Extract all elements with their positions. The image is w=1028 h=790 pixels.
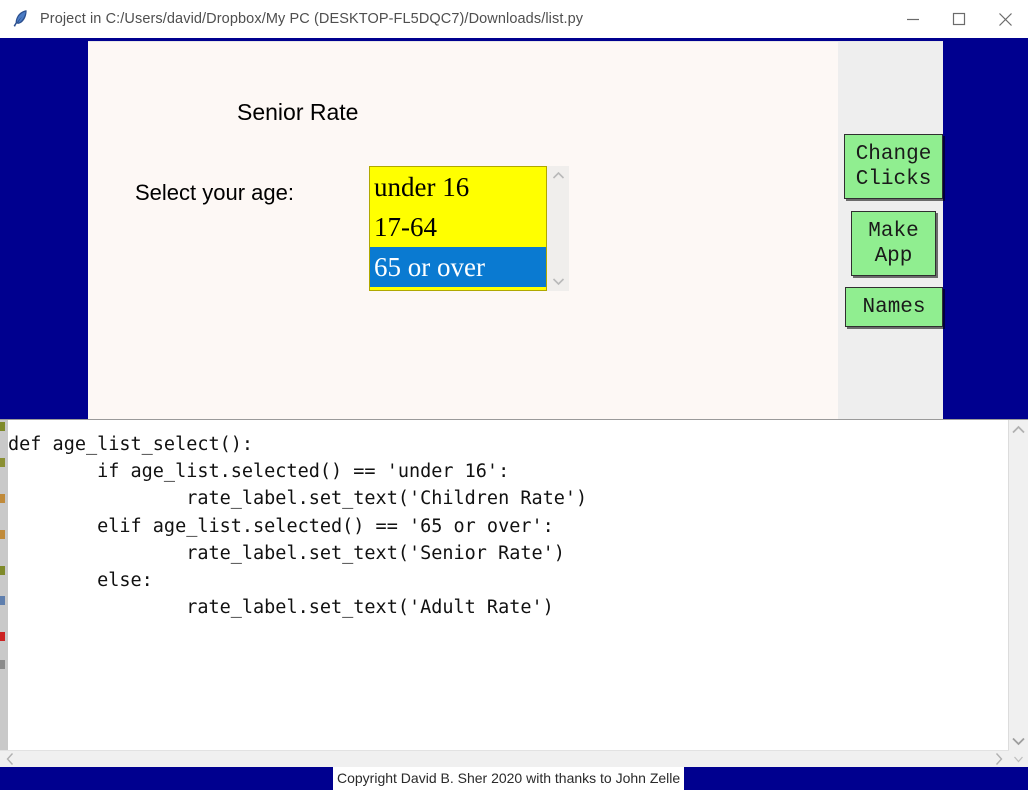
list-item[interactable]: under 16: [370, 167, 546, 207]
gutter-mark: [0, 458, 5, 467]
gutter-mark: [0, 632, 5, 641]
window-title: Project in C:/Users/david/Dropbox/My PC …: [40, 11, 584, 27]
chevron-down-icon[interactable]: [552, 277, 565, 286]
age-prompt-label: Select your age:: [135, 180, 294, 205]
copyright-label: Copyright David B. Sher 2020 with thanks…: [333, 767, 685, 790]
gutter-mark: [0, 566, 5, 575]
scrollbar-corner: [1009, 750, 1028, 767]
status-bar: Copyright David B. Sher 2020 with thanks…: [0, 767, 1028, 790]
chevron-down-icon[interactable]: [1013, 755, 1024, 763]
gutter-mark: [0, 422, 5, 431]
app-canvas: Senior Rate Select your age: under 16 17…: [88, 42, 838, 419]
change-clicks-button[interactable]: Change Clicks: [844, 134, 943, 199]
rate-label: Senior Rate: [237, 99, 359, 125]
app-preview-window: Senior Rate Select your age: under 16 17…: [88, 41, 943, 419]
chevron-up-icon[interactable]: [1011, 425, 1026, 435]
code-text[interactable]: def age_list_select(): if age_list.selec…: [8, 420, 1008, 621]
close-button[interactable]: [982, 0, 1028, 38]
make-app-button[interactable]: Make App: [851, 211, 936, 276]
chevron-left-icon[interactable]: [6, 752, 15, 766]
list-item[interactable]: 17-64: [370, 207, 546, 247]
gutter-mark: [0, 660, 5, 669]
age-listbox[interactable]: under 16 17-64 65 or over: [369, 166, 547, 291]
chevron-right-icon[interactable]: [994, 752, 1003, 766]
app-preview-region: Senior Rate Select your age: under 16 17…: [0, 38, 1028, 419]
editor-gutter: [0, 420, 8, 751]
code-editor-region: def age_list_select(): if age_list.selec…: [0, 419, 1028, 767]
names-button[interactable]: Names: [845, 287, 943, 327]
minimize-button[interactable]: [890, 0, 936, 38]
python-feather-icon: [13, 10, 27, 27]
maximize-icon: [952, 12, 966, 26]
age-listbox-scrollbar[interactable]: [547, 166, 569, 291]
title-bar[interactable]: Project in C:/Users/david/Dropbox/My PC …: [0, 0, 1028, 38]
maximize-button[interactable]: [936, 0, 982, 38]
gutter-mark: [0, 596, 5, 605]
chevron-up-icon[interactable]: [552, 171, 565, 180]
gutter-mark: [0, 530, 5, 539]
close-icon: [998, 12, 1012, 26]
minimize-icon: [907, 18, 919, 21]
age-listbox-container: under 16 17-64 65 or over: [369, 166, 569, 291]
chevron-down-icon[interactable]: [1011, 736, 1026, 746]
editor-vertical-scrollbar[interactable]: [1009, 420, 1028, 751]
code-editor-body[interactable]: def age_list_select(): if age_list.selec…: [8, 420, 1009, 751]
editor-horizontal-scrollbar[interactable]: [0, 750, 1009, 767]
app-button-bar: Change Clicks Make App Names: [838, 42, 943, 419]
window-controls: [890, 0, 1028, 38]
gutter-mark: [0, 494, 5, 503]
list-item[interactable]: 65 or over: [370, 247, 546, 287]
title-bar-left: Project in C:/Users/david/Dropbox/My PC …: [0, 9, 890, 29]
